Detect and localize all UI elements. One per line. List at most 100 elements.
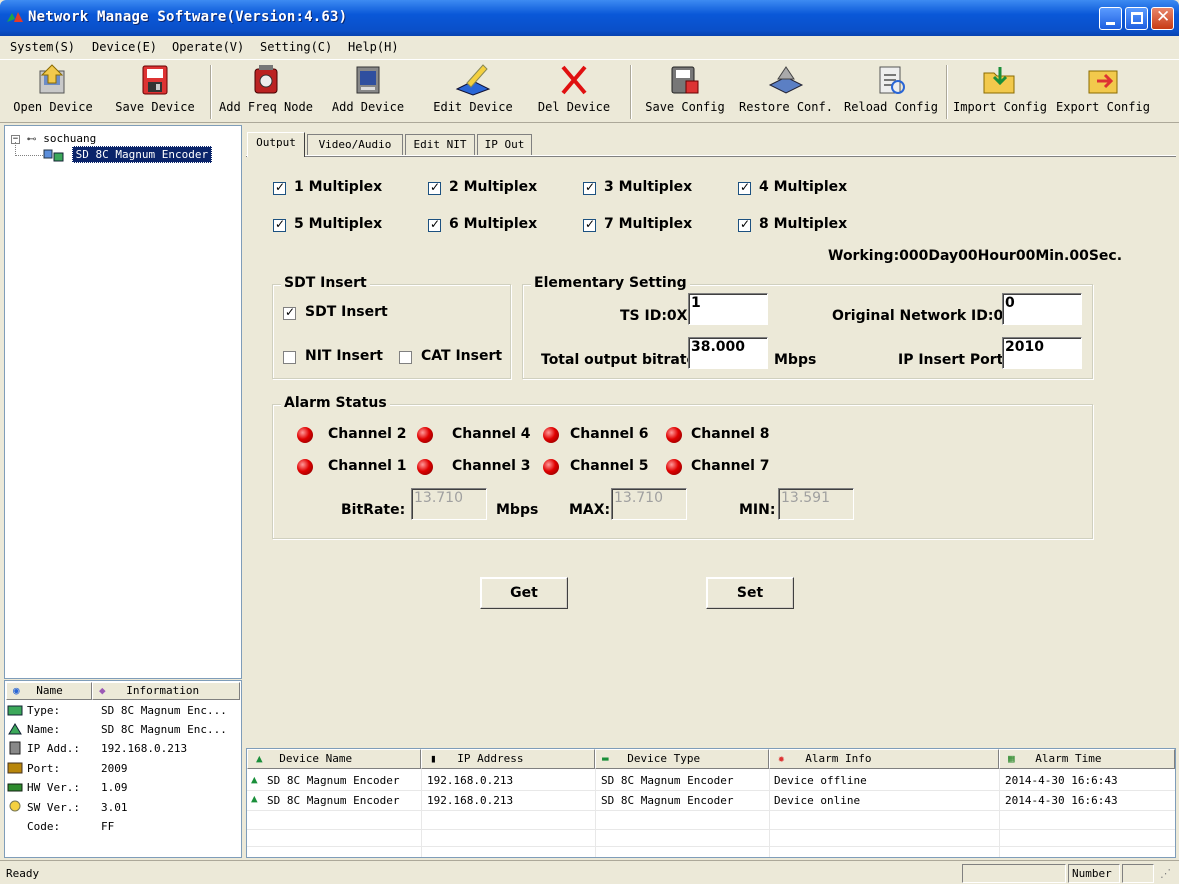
channel-7-alarm-led [666, 459, 682, 475]
edit-device-button[interactable]: Edit Device [428, 63, 518, 121]
info-row: IP Add.: 192.168.0.213 [7, 739, 239, 758]
add-device-label: Add Device [331, 100, 405, 114]
multiplex-4-checkbox[interactable] [738, 180, 751, 195]
info-key: Port: [27, 762, 61, 775]
save-device-button[interactable]: Save Device [110, 63, 200, 121]
restore-conf-button[interactable]: Restore Conf. [738, 63, 834, 121]
min-readout: 13.591 [778, 488, 854, 520]
tab-ip-out[interactable]: IP Out [477, 134, 532, 156]
tree-root-label: sochuang [43, 132, 97, 145]
multiplex-1-checkbox[interactable] [273, 180, 286, 195]
log-header-ip-address[interactable]: ▮ IP Address [421, 749, 595, 769]
info-header-name[interactable]: ◉ Name [6, 682, 92, 700]
export-config-button[interactable]: Export Config [1054, 63, 1152, 121]
multiplex-2-checkbox[interactable] [428, 180, 441, 195]
window-title: Network Manage Software(Version:4.63) [28, 9, 348, 25]
import-config-button[interactable]: Import Config [952, 63, 1048, 121]
log-header-device-type[interactable]: ▬ Device Type [595, 749, 769, 769]
channel-3-label: Channel 3 [452, 458, 531, 474]
info-key: IP Add.: [27, 742, 80, 755]
cat-insert-checkbox[interactable] [399, 351, 412, 364]
device-type-icon: ▬ [602, 752, 609, 765]
log-header-alarm-time[interactable]: ▦ Alarm Time [999, 749, 1175, 769]
edit-device-label: Edit Device [433, 100, 513, 114]
edit-device-icon [455, 64, 491, 96]
menu-setting[interactable]: Setting(C) [260, 40, 332, 54]
menu-system[interactable]: System(S) [10, 40, 75, 54]
multiplex-5-checkbox[interactable] [273, 217, 286, 232]
channel-4-label: Channel 4 [452, 426, 531, 442]
maximize-button[interactable] [1125, 7, 1148, 30]
menu-device[interactable]: Device(E) [92, 40, 157, 54]
del-device-button[interactable]: Del Device [532, 63, 616, 121]
toolbar-separator [946, 65, 948, 119]
tree-node-device[interactable]: SD 8C Magnum Encoder [43, 146, 213, 163]
ts-id-label: TS ID:0X [620, 308, 688, 324]
title-bar[interactable]: Network Manage Software(Version:4.63) ✕ [0, 0, 1179, 36]
log-cell-device-name: SD 8C Magnum Encoder [267, 774, 400, 787]
info-key: SW Ver.: [27, 801, 80, 814]
multiplex-7-label: 7 Multiplex [604, 216, 693, 232]
multiplex-3-label: 3 Multiplex [604, 179, 693, 195]
tab-edit-nit[interactable]: Edit NIT [405, 134, 475, 156]
total-output-bitrate-input[interactable]: 38.000 [688, 337, 768, 369]
multiplex-3-checkbox[interactable] [583, 180, 596, 195]
min-label: MIN: [739, 502, 776, 518]
reload-config-icon [879, 66, 905, 94]
app-icon [7, 12, 23, 22]
maximize-icon [1131, 12, 1143, 24]
log-header-alarm-info[interactable]: ✹ Alarm Info [769, 749, 999, 769]
ip-insert-port-input[interactable]: 2010 [1002, 337, 1082, 369]
channel-1-alarm-led [297, 459, 313, 475]
open-device-button[interactable]: Open Device [8, 63, 98, 121]
channel-1-label: Channel 1 [328, 458, 407, 474]
multiplex-5-label: 5 Multiplex [294, 216, 383, 232]
log-header-device-name[interactable]: ▲ Device Name [247, 749, 421, 769]
save-config-icon [671, 66, 699, 94]
minimize-icon [1106, 22, 1115, 25]
grid-line [247, 829, 1175, 830]
save-config-button[interactable]: Save Config [640, 63, 730, 121]
log-header-alarm-info-label: Alarm Info [805, 752, 872, 765]
add-freq-node-button[interactable]: Add Freq Node [218, 63, 314, 121]
lightbulb-icon [7, 800, 23, 814]
info-name-icon: ◉ [13, 684, 20, 697]
log-cell-device-name: SD 8C Magnum Encoder [267, 794, 400, 807]
multiplex-6-checkbox[interactable] [428, 217, 441, 232]
set-button[interactable]: Set [706, 577, 794, 609]
add-device-button[interactable]: Add Device [326, 63, 410, 121]
info-value: FF [101, 820, 115, 833]
multiplex-7-checkbox[interactable] [583, 217, 596, 232]
menu-operate[interactable]: Operate(V) [172, 40, 244, 54]
save-device-label: Save Device [115, 100, 195, 114]
resize-grip-icon[interactable]: ⋰ [1160, 867, 1171, 880]
grid-line [999, 769, 1000, 857]
status-pane-empty [962, 864, 1066, 883]
sdt-insert-checkbox[interactable] [283, 305, 296, 320]
device-tree[interactable]: − ⊷ sochuang SD 8C Magnum Encoder [4, 125, 242, 679]
ts-id-input[interactable]: 1 [688, 293, 768, 325]
original-network-id-input[interactable]: 0 [1002, 293, 1082, 325]
delete-x-icon [561, 65, 587, 95]
alarm-log-list[interactable]: ▲ Device Name ▮ IP Address ▬ Device Type… [246, 748, 1176, 858]
info-header-information[interactable]: ◆ Information [92, 682, 240, 700]
info-key: Name: [27, 723, 61, 736]
nit-insert-checkbox[interactable] [283, 351, 296, 364]
multiplex-8-label: 8 Multiplex [759, 216, 848, 232]
import-folder-icon [983, 67, 1015, 94]
multiplex-8-checkbox[interactable] [738, 217, 751, 232]
save-config-label: Save Config [645, 100, 725, 114]
status-number: Number [1068, 864, 1120, 883]
ip-insert-port-label: IP Insert Port: [898, 352, 1009, 368]
close-button[interactable]: ✕ [1151, 7, 1174, 30]
get-button[interactable]: Get [480, 577, 568, 609]
log-cell-alarm-info: Device offline [774, 774, 867, 787]
menu-help[interactable]: Help(H) [348, 40, 399, 54]
channel-6-label: Channel 6 [570, 426, 649, 442]
reload-config-button[interactable]: Reload Config [842, 63, 940, 121]
multiplex-4-label: 4 Multiplex [759, 179, 848, 195]
channel-8-alarm-led [666, 427, 682, 443]
tab-video-audio[interactable]: Video/Audio [307, 134, 403, 156]
minimize-button[interactable] [1099, 7, 1122, 30]
tab-output[interactable]: Output [247, 132, 305, 157]
